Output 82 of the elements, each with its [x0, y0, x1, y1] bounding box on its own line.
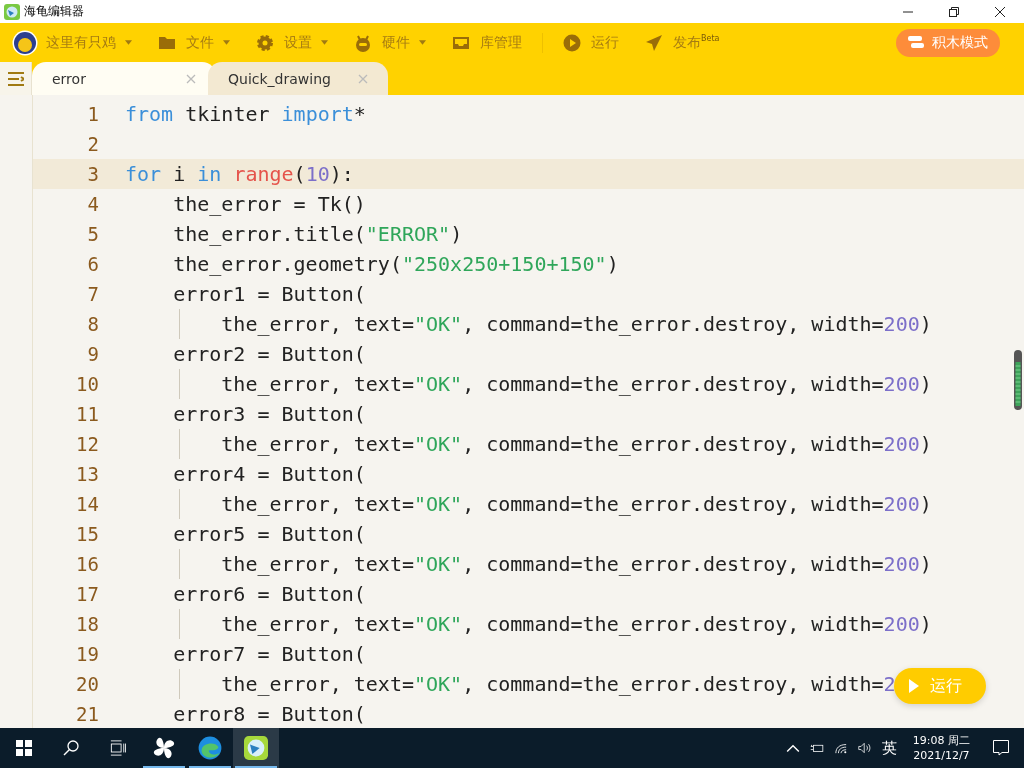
chevron-up-icon[interactable]	[785, 742, 800, 754]
caret-icon[interactable]	[419, 40, 426, 45]
search-icon[interactable]	[63, 740, 79, 756]
line-number: 5	[86, 223, 100, 245]
publish-menu[interactable]: 发布$^{Beta}$	[673, 33, 720, 52]
robot-icon	[354, 33, 372, 52]
close-icon[interactable]	[994, 5, 1006, 18]
caret-icon[interactable]	[321, 40, 328, 45]
code-line: the_error, text="OK", command=the_error.destroy, width=200)	[220, 552, 932, 576]
battery-icon[interactable]	[809, 742, 824, 754]
input-method-indicator[interactable]: 英	[881, 738, 897, 758]
editor-tab[interactable]: Quick_drawing	[208, 62, 388, 95]
app-logo-icon	[4, 3, 20, 20]
library-menu[interactable]: 库管理	[480, 33, 522, 52]
code-line: error2 = Button(	[172, 342, 366, 366]
line-number: 10	[75, 373, 100, 395]
settings-menu[interactable]: 设置	[284, 33, 312, 52]
hardware-menu[interactable]: 硬件	[382, 33, 410, 52]
blocks-icon	[908, 35, 924, 50]
line-number: 11	[75, 403, 100, 425]
line-number: 20	[75, 673, 100, 695]
line-number: 7	[86, 283, 100, 305]
block-mode-button[interactable]: 积木模式	[896, 28, 1000, 57]
code-line: the_error = Tk()	[172, 192, 366, 216]
pinwheel-icon[interactable]	[152, 736, 176, 760]
code-line: from tkinter import*	[125, 102, 366, 126]
windows-start-icon[interactable]	[16, 740, 32, 756]
line-number: 4	[86, 193, 100, 215]
code-line: for i in range(10):	[125, 162, 354, 186]
run-button[interactable]: 运行	[894, 668, 986, 704]
play-icon	[563, 33, 581, 52]
line-number: 6	[86, 253, 100, 275]
settings-icon	[256, 33, 274, 52]
caret-icon[interactable]	[223, 40, 230, 45]
task-view-icon[interactable]	[110, 740, 126, 756]
line-number: 1	[86, 103, 100, 125]
line-number: 2	[86, 133, 100, 155]
code-line: error7 = Button(	[172, 642, 366, 666]
scrollbar-thumb[interactable]	[1014, 350, 1022, 410]
code-line: error1 = Button(	[172, 282, 366, 306]
code-line: the_error, text="OK", command=the_error.destroy, width=200)	[220, 612, 932, 636]
line-number: 18	[75, 613, 100, 635]
play-icon	[908, 678, 920, 694]
line-number: 12	[75, 433, 100, 455]
line-number: 16	[75, 553, 100, 575]
run-menu[interactable]: 运行	[591, 33, 619, 52]
line-number: 8	[86, 313, 100, 335]
line-number: 15	[75, 523, 100, 545]
code-line: the_error, text="OK", command=the_error.destroy, width=2	[220, 672, 896, 696]
file-menu[interactable]: 文件	[186, 33, 214, 52]
browser-icon[interactable]	[198, 736, 222, 760]
clock-date[interactable]: 2021/12/7	[913, 748, 970, 763]
clock-time[interactable]: 19:08 周二	[912, 733, 970, 748]
code-line: the_error, text="OK", command=the_error.destroy, width=200)	[220, 372, 932, 396]
notification-icon[interactable]	[992, 739, 1010, 757]
line-number: 14	[75, 493, 100, 515]
paper-plane-icon	[645, 33, 663, 52]
user-menu[interactable]: 这里有只鸡	[46, 33, 116, 52]
speaker-icon[interactable]	[857, 742, 872, 754]
code-line: error3 = Button(	[172, 402, 366, 426]
code-line: the_error.title("ERROR")	[172, 222, 463, 246]
avatar-icon[interactable]	[12, 29, 38, 56]
line-number: 3	[86, 163, 100, 185]
code-line: the_error, text="OK", command=the_error.destroy, width=200)	[220, 492, 932, 516]
menu-icon[interactable]	[7, 71, 24, 86]
window-title: 海龟编辑器	[24, 3, 84, 20]
code-line: the_error, text="OK", command=the_error.destroy, width=200)	[220, 312, 932, 336]
code-line: error4 = Button(	[172, 462, 366, 486]
caret-icon[interactable]	[125, 40, 132, 45]
app-logo-icon[interactable]	[244, 736, 268, 760]
line-number: 13	[75, 463, 100, 485]
code-line: error6 = Button(	[172, 582, 366, 606]
line-number: 9	[86, 343, 100, 365]
wifi-icon[interactable]	[833, 742, 848, 754]
code-line: error8 = Button(	[172, 702, 366, 726]
line-number: 21	[75, 703, 100, 725]
code-line: the_error, text="OK", command=the_error.destroy, width=200)	[220, 432, 932, 456]
line-number: 17	[75, 583, 100, 605]
code-line: error5 = Button(	[172, 522, 366, 546]
restore-icon[interactable]	[948, 5, 960, 18]
line-number: 19	[75, 643, 100, 665]
code-line: the_error.geometry("250x250+150+150")	[172, 252, 619, 276]
